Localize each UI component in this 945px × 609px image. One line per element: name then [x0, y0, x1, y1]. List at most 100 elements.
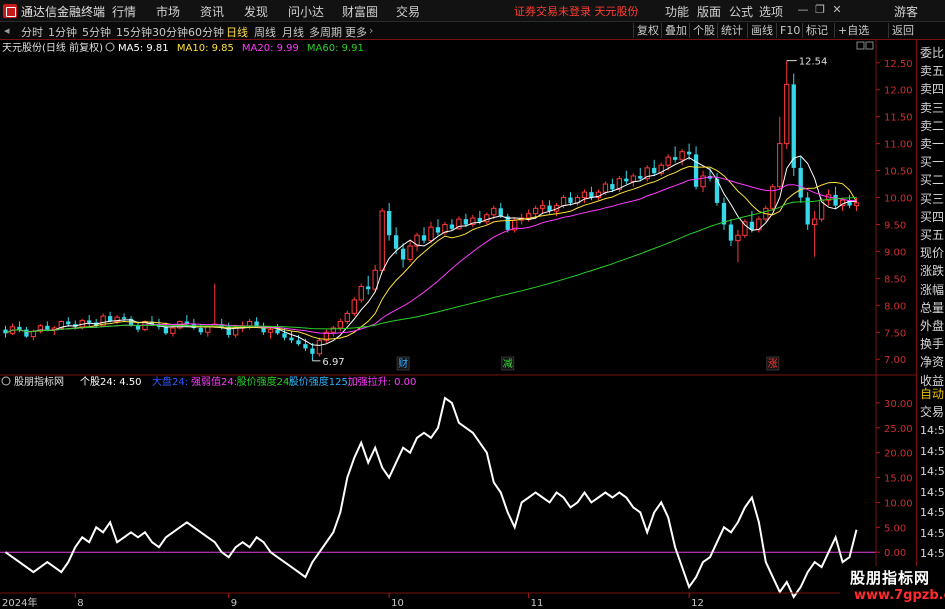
candle-body-up [407, 245, 413, 261]
restore-icon[interactable]: ❐ [812, 2, 828, 18]
side-item-quote[interactable]: 卖二 [920, 117, 944, 134]
stats-button[interactable]: 统计 [717, 23, 746, 38]
minimize-icon[interactable]: — [795, 2, 811, 18]
side-item-trade[interactable]: 交易 [920, 403, 944, 420]
side-item-quote[interactable]: 涨幅 [920, 281, 944, 298]
candle-body-down [289, 337, 294, 341]
period-intraday[interactable]: 分时 [21, 24, 43, 40]
ind-tick-label: 20.00 [884, 449, 913, 460]
side-item-quote[interactable]: 买五 [920, 226, 944, 243]
more-chevron-icon[interactable]: › [369, 24, 373, 37]
menu-item-quotes[interactable]: 行情 [112, 3, 136, 20]
low-label: 6.97 [322, 357, 344, 368]
side-item-quote[interactable]: 卖三 [920, 99, 944, 116]
candle-body-up [532, 207, 539, 215]
ind-tick-label: 15.00 [884, 474, 913, 485]
back-button[interactable]: 返回 [888, 23, 917, 38]
candle-body-down [638, 175, 643, 179]
side-item-quote[interactable]: 卖五 [920, 62, 944, 79]
candle-body-down [463, 219, 469, 225]
close-icon[interactable]: ✕ [829, 2, 845, 18]
candle-body-up [358, 285, 364, 301]
period-1min[interactable]: 1分钟 [48, 24, 77, 40]
price-tick-label: 12.50 [884, 59, 913, 70]
period-multi[interactable]: 多周期 [309, 24, 342, 40]
candle-body-down [672, 157, 678, 160]
side-item-quote[interactable]: 买四 [920, 208, 944, 225]
candle-body-up [316, 339, 323, 355]
candle-body-down [728, 224, 734, 241]
candle-body-up [679, 151, 685, 161]
candle-body-up [630, 175, 636, 182]
side-item-quote[interactable]: 卖四 [920, 80, 944, 97]
overlay-button[interactable]: 叠加 [661, 23, 690, 38]
stock-button[interactable]: 个股 [689, 23, 718, 38]
candle-body-down [17, 326, 22, 330]
x-axis-month: 11 [531, 598, 544, 609]
side-item-auto[interactable]: 自动 [920, 385, 944, 402]
candle-body-down [498, 208, 503, 217]
draw-button[interactable]: 画线 [747, 23, 776, 38]
period-30min[interactable]: 30分钟 [152, 24, 188, 40]
side-item-quote[interactable]: 涨跌 [920, 262, 944, 279]
ma-line-ma60 [5, 196, 857, 334]
side-item-quote[interactable]: 外盘 [920, 317, 944, 334]
menu-item-ask[interactable]: 问小达 [288, 3, 324, 20]
adjust-button[interactable]: 复权 [633, 23, 662, 38]
candle-body-up [560, 197, 567, 207]
price-tick-label: 10.00 [884, 194, 913, 205]
scroll-left-icon[interactable]: ◂ [4, 24, 10, 37]
period-monthly[interactable]: 月线 [282, 24, 304, 40]
price-chart [3, 60, 860, 371]
menu-item-wealth[interactable]: 财富圈 [342, 3, 378, 20]
price-tick-label: 9.00 [884, 247, 906, 258]
side-item-time: 14:56 [920, 526, 945, 540]
indicator-label: 个股24: 4.50 [80, 376, 142, 388]
period-15min[interactable]: 15分钟 [116, 24, 152, 40]
chart-area[interactable]: 7.00 7.50 8.00 8.50 9.00 9.50 10.00 10.50 11.00 1… [0, 40, 916, 609]
candle-body-up [337, 320, 343, 329]
menu-item-layout[interactable]: 版面 [697, 3, 721, 20]
period-60min[interactable]: 60分钟 [188, 24, 224, 40]
side-item-quote[interactable]: 买三 [920, 190, 944, 207]
menu-item-formula[interactable]: 公式 [729, 3, 753, 20]
side-item-quote[interactable]: 净资 [920, 353, 944, 370]
side-item-quote[interactable]: 现价 [920, 244, 944, 261]
menu-item-function[interactable]: 功能 [665, 3, 689, 20]
candle-body-up [784, 83, 790, 145]
menu-item-news[interactable]: 资讯 [200, 3, 224, 20]
candle-body-down [791, 84, 796, 168]
side-item-quote[interactable]: 买一 [920, 153, 944, 170]
ma-label: MA10: 9.85 [177, 43, 234, 54]
candle-body-down [400, 248, 406, 260]
x-axis: 7.00 7.50 8.00 8.50 9.00 9.50 10.00 10.50 11.00 1… [0, 40, 916, 609]
period-daily[interactable]: 日线 [226, 24, 248, 40]
menu-item-discover[interactable]: 发现 [244, 3, 268, 20]
watermark: 股朋指标网 www.7gpzb.com [840, 566, 945, 609]
price-tick-label: 7.50 [884, 328, 906, 339]
period-5min[interactable]: 5分钟 [82, 24, 111, 40]
side-item-quote[interactable]: 买二 [920, 171, 944, 188]
side-item-quote[interactable]: 委比 [920, 44, 944, 61]
candle-body-down [135, 325, 141, 330]
menu-item-trade[interactable]: 交易 [396, 3, 420, 20]
candle-body-up [777, 143, 783, 188]
period-weekly[interactable]: 周线 [254, 24, 276, 40]
period-more[interactable]: 更多 [345, 24, 367, 40]
candle-body-down [589, 192, 594, 198]
side-item-quote[interactable]: 卖一 [920, 135, 944, 152]
login-notice[interactable]: 证券交易未登录 天元股份 [514, 3, 639, 19]
candle-body-down [296, 340, 301, 345]
menu-item-options[interactable]: 选项 [759, 3, 783, 20]
candle-body-down [686, 151, 692, 155]
f10-button[interactable]: F10 [776, 23, 803, 38]
candle-body-up [170, 327, 176, 334]
side-item-quote[interactable]: 总量 [920, 299, 944, 316]
mark-button[interactable]: 标记 [802, 23, 831, 38]
guest-label[interactable]: 游客 [894, 3, 918, 20]
add-watchlist-button[interactable]: +自选 [834, 23, 872, 38]
candle-body-down [366, 286, 371, 290]
menu-item-market[interactable]: 市场 [156, 3, 180, 20]
period-toolbar: ◂ 分时 1分钟 5分钟 15分钟 30分钟 60分钟 日线 周线 月线 多周期… [0, 22, 945, 40]
side-item-quote[interactable]: 换手 [920, 335, 944, 352]
